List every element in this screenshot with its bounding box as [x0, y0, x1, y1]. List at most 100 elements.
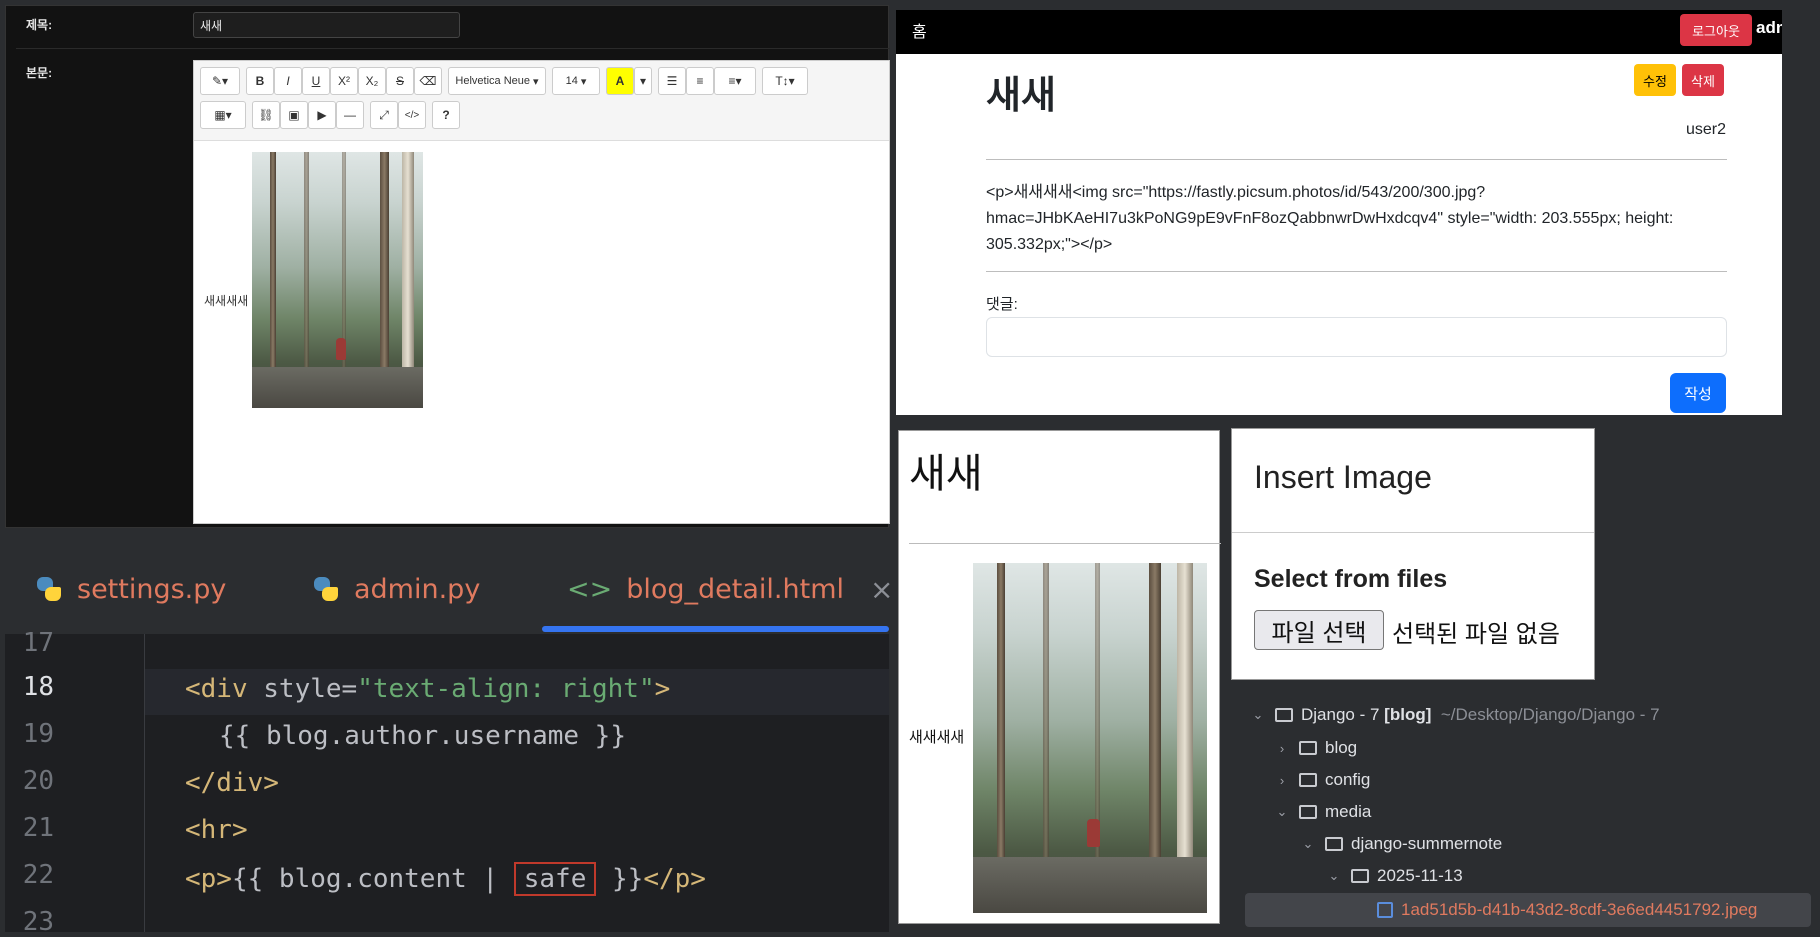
- title-label: 제목:: [26, 18, 53, 32]
- style-magic-icon[interactable]: ✎▾: [200, 67, 240, 95]
- tree-label: 1ad51d5b-d41b-43d2-8cdf-3e6ed4451792.jpe…: [1401, 900, 1758, 919]
- code-view-icon[interactable]: </>: [398, 101, 426, 129]
- code-line-19[interactable]: {{ blog.author.username }}: [219, 721, 626, 751]
- post-title: 새새: [986, 75, 1056, 117]
- root-name: Django - 7: [1301, 705, 1380, 724]
- code-line-22[interactable]: <p>{{ blog.content | safe }}</p>: [185, 862, 706, 896]
- root-tag: [blog]: [1384, 705, 1432, 724]
- submit-comment-button[interactable]: 작성: [1670, 373, 1726, 413]
- tab-label: admin.py: [354, 573, 481, 605]
- insert-image-modal: Insert Image Select from files 파일 선택 선택된…: [1231, 428, 1595, 680]
- divider: [909, 543, 1221, 544]
- tree-item-image-file[interactable]: 1ad51d5b-d41b-43d2-8cdf-3e6ed4451792.jpe…: [1377, 895, 1757, 925]
- code-line-18[interactable]: <div style="text-align: right">: [185, 674, 670, 704]
- logout-button[interactable]: 로그아웃: [1680, 14, 1752, 46]
- editor-tab-bar: settings.py admin.py <> blog_detail.html…: [5, 544, 894, 634]
- tab-label: settings.py: [77, 573, 227, 605]
- superscript-button[interactable]: X²: [330, 67, 358, 95]
- modal-subtitle: Select from files: [1254, 565, 1448, 593]
- chevron-down-icon[interactable]: ▾: [634, 67, 652, 95]
- chevron-right-icon[interactable]: ›: [1275, 773, 1289, 788]
- text-height-icon[interactable]: T↕▾: [762, 67, 808, 95]
- body-label: 본문:: [26, 66, 53, 80]
- underline-button[interactable]: U: [302, 67, 330, 95]
- tree-label: django-summernote: [1351, 834, 1503, 853]
- line-number: 21: [22, 813, 54, 843]
- bold-button[interactable]: B: [246, 67, 274, 95]
- editor-text: 새새새새: [204, 294, 249, 308]
- font-family-select[interactable]: Helvetica Neue ▾: [448, 67, 546, 95]
- tree-label: media: [1325, 802, 1372, 821]
- file-status: 선택된 파일 없음: [1392, 621, 1560, 648]
- folder-icon: [1325, 837, 1343, 851]
- edit-button[interactable]: 수정: [1634, 64, 1676, 96]
- font-name: Helvetica Neue: [455, 75, 530, 87]
- ordered-list-icon[interactable]: ≡: [686, 67, 714, 95]
- font-size-select[interactable]: 14 ▾: [552, 67, 600, 95]
- blog-detail-page: 홈 로그아웃 admin 새새 수정 삭제 user2 <p>새새새새<img …: [896, 10, 1782, 415]
- tree-item-media[interactable]: ⌄ media: [1275, 797, 1372, 827]
- image-file-icon: [1377, 902, 1393, 918]
- modal-title: Insert Image: [1254, 459, 1432, 495]
- align-icon[interactable]: ≡▾: [714, 67, 756, 95]
- rendered-post-panel: 새새 새새새새: [898, 430, 1221, 924]
- tree-item-config[interactable]: › config: [1275, 765, 1371, 795]
- home-link[interactable]: 홈: [912, 18, 927, 42]
- unordered-list-icon[interactable]: ☰: [658, 67, 686, 95]
- choose-file-button[interactable]: 파일 선택: [1254, 610, 1384, 650]
- post-author: user2: [1685, 121, 1726, 138]
- chevron-down-icon[interactable]: ⌄: [1301, 836, 1315, 852]
- tree-item-root[interactable]: ⌄ Django - 7 [blog] ~/Desktop/Django/Dja…: [1251, 700, 1660, 730]
- divider: [986, 271, 1727, 272]
- tree-label: blog: [1325, 738, 1358, 757]
- tree-label: config: [1325, 770, 1371, 789]
- tab-settings-py[interactable]: settings.py: [35, 571, 226, 607]
- chevron-right-icon[interactable]: ›: [1275, 741, 1289, 756]
- line-number: 22: [22, 860, 54, 890]
- python-icon: [312, 575, 340, 603]
- video-icon[interactable]: ▶: [308, 101, 336, 129]
- code-line-20[interactable]: </div>: [185, 768, 279, 798]
- folder-icon: [1351, 869, 1369, 883]
- table-icon[interactable]: ▦▾: [200, 101, 246, 129]
- highlight-color-button[interactable]: A: [606, 67, 634, 95]
- nav-username: admin: [1756, 18, 1782, 37]
- tree-item-date-folder[interactable]: ⌄ 2025-11-13: [1327, 861, 1463, 891]
- line-number-gutter: 17 18 19 20 21 22 23: [5, 628, 145, 937]
- chevron-down-icon[interactable]: ⌄: [1251, 707, 1265, 723]
- delete-button[interactable]: 삭제: [1682, 64, 1724, 96]
- root-path: ~/Desktop/Django/Django - 7: [1440, 705, 1660, 724]
- comment-input[interactable]: [986, 317, 1727, 357]
- divider: [986, 159, 1727, 160]
- horizontal-rule-icon[interactable]: —: [336, 101, 364, 129]
- python-icon: [35, 575, 63, 603]
- subscript-button[interactable]: X₂: [358, 67, 386, 95]
- help-icon[interactable]: ?: [432, 101, 460, 129]
- folder-icon: [1275, 708, 1293, 722]
- line-number: 20: [22, 766, 54, 796]
- fullscreen-icon[interactable]: ⤢: [370, 101, 398, 129]
- tab-blog-detail-html[interactable]: <> blog_detail.html ×: [567, 571, 894, 607]
- tree-item-django-summernote[interactable]: ⌄ django-summernote: [1301, 829, 1503, 859]
- package-folder-icon: [1299, 741, 1317, 755]
- tab-label: blog_detail.html: [626, 573, 845, 605]
- tree-item-blog[interactable]: › blog: [1275, 733, 1357, 763]
- active-tab-indicator: [542, 626, 889, 632]
- post-content-raw: <p>새새새새<img src="https://fastly.picsum.p…: [986, 184, 1674, 253]
- editor-toolbar: ✎▾ B I U X² X₂ S ⌫ Helvetica Neue ▾ 14 ▾…: [194, 61, 889, 141]
- safe-filter-highlight: safe: [513, 862, 597, 896]
- italic-button[interactable]: I: [274, 67, 302, 95]
- chevron-down-icon[interactable]: ⌄: [1275, 804, 1289, 820]
- eraser-icon[interactable]: ⌫: [414, 67, 442, 95]
- editor-content-area[interactable]: 새새새새: [194, 142, 889, 522]
- chevron-down-icon[interactable]: ⌄: [1327, 868, 1341, 884]
- line-number: 19: [22, 719, 54, 749]
- title-input[interactable]: [193, 12, 460, 38]
- code-line-21[interactable]: <hr>: [185, 815, 248, 845]
- image-icon[interactable]: ▣: [280, 101, 308, 129]
- strikethrough-button[interactable]: S: [386, 67, 414, 95]
- tab-admin-py[interactable]: admin.py: [312, 571, 480, 607]
- line-number: 17: [22, 628, 54, 658]
- link-icon[interactable]: ⛓: [252, 101, 280, 129]
- close-icon[interactable]: ×: [870, 573, 893, 606]
